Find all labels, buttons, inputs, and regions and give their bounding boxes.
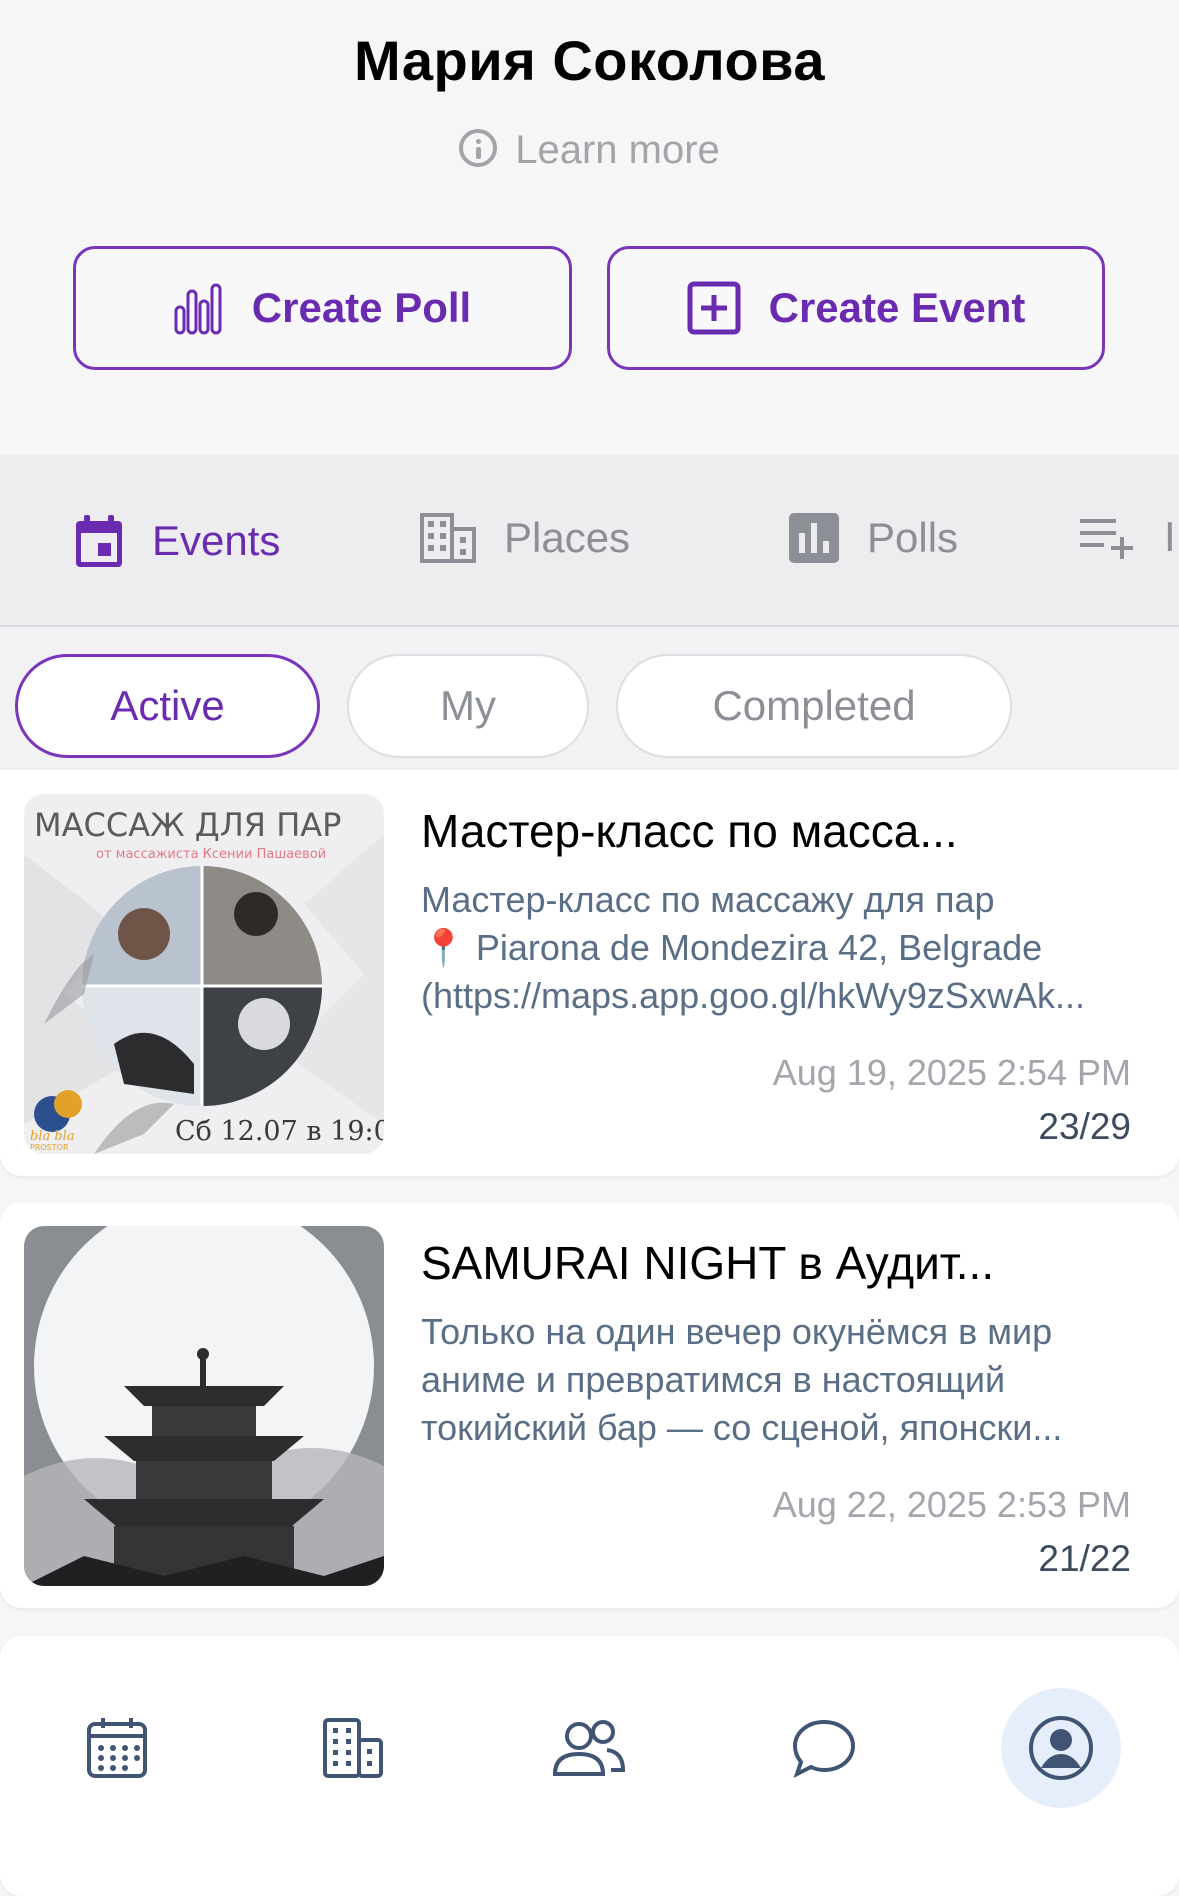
event-description-line: Мастер-класс по массажу для пар [421, 879, 995, 920]
nav-places[interactable] [293, 1688, 413, 1808]
tab-more[interactable]: I [1080, 513, 1176, 561]
poster-heading: МАССАЖ ДЛЯ ПАР [34, 806, 341, 844]
plus-square-icon [687, 281, 741, 335]
event-description-line: 📍 Piarona de Mondezira 42, Belgrade [421, 927, 1043, 968]
event-thumbnail [24, 1226, 384, 1586]
event-participants: 21/22 [1038, 1538, 1131, 1579]
poster-logo-sub: PROSTOR [30, 1143, 69, 1152]
nav-people[interactable] [529, 1688, 649, 1808]
learn-more-link[interactable]: Learn more [0, 128, 1179, 173]
event-description-line: Только на один вечер окунёмся в мир [421, 1311, 1053, 1352]
tab-more-label: I [1164, 513, 1176, 560]
nav-profile[interactable] [1001, 1688, 1121, 1808]
tab-events-label: Events [152, 517, 281, 564]
event-participants: 23/29 [1038, 1106, 1131, 1147]
create-poll-button[interactable]: Create Poll [73, 246, 572, 370]
calendar-icon [76, 515, 122, 567]
info-icon [459, 129, 498, 167]
content-tabs: Events Places Polls I [0, 455, 1179, 627]
people-icon [552, 1720, 626, 1776]
bar-chart-icon [789, 513, 839, 563]
event-card[interactable]: SAMURAI NIGHT в Аудит... Только на один … [0, 1202, 1179, 1608]
massage-poster-image: МАССАЖ ДЛЯ ПАР от массажиста Ксении Паша… [24, 794, 384, 1154]
building-icon [420, 513, 476, 563]
learn-more-label: Learn more [515, 128, 720, 172]
event-date: Aug 19, 2025 2:54 PM [772, 1052, 1131, 1093]
profile-header: Мария Соколова Learn more Create Poll Cr… [0, 0, 1179, 455]
event-description-line: токийский бар — со сценой, японски... [421, 1407, 1063, 1448]
event-date: Aug 22, 2025 2:53 PM [772, 1484, 1131, 1525]
nav-events[interactable] [57, 1688, 177, 1808]
tab-places-label: Places [504, 514, 631, 561]
filter-my[interactable]: My [347, 654, 589, 758]
poster-datetime: Сб 12.07 в 19:00 [175, 1116, 384, 1147]
profile-icon [1029, 1716, 1093, 1780]
event-card[interactable]: МАССАЖ ДЛЯ ПАР от массажиста Ксении Паша… [0, 770, 1179, 1176]
samurai-poster-image [24, 1226, 384, 1586]
playlist-add-icon [1080, 519, 1133, 559]
profile-name: Мария Соколова [354, 29, 825, 92]
event-description-line: (https://maps.app.goo.gl/hkWy9zSxwAk... [421, 975, 1085, 1016]
event-title: Мастер-класс по масса... [421, 805, 958, 857]
event-description: Только на один вечер окунёмся в мир аним… [421, 1308, 1141, 1452]
tab-events[interactable]: Events [74, 513, 280, 569]
tab-polls[interactable]: Polls [789, 513, 958, 563]
bottom-navigation [0, 1658, 1179, 1836]
event-filters: Active My Completed [0, 627, 1179, 770]
filter-active[interactable]: Active [15, 654, 320, 758]
create-event-button[interactable]: Create Event [607, 246, 1105, 370]
create-event-label: Create Event [768, 284, 1026, 331]
create-poll-label: Create Poll [251, 284, 472, 331]
poster-subtitle: от массажиста Ксении Пашаевой [96, 847, 326, 862]
tab-polls-label: Polls [867, 514, 959, 561]
filter-completed[interactable]: Completed [616, 654, 1012, 758]
calendar-grid-icon [87, 1718, 147, 1778]
event-description: Мастер-класс по массажу для пар 📍 Piaron… [421, 876, 1141, 1020]
event-description-line: аниме и превратимся в настоящий [421, 1359, 1006, 1400]
tab-places[interactable]: Places [420, 513, 630, 563]
event-title: SAMURAI NIGHT в Аудит... [421, 1237, 995, 1289]
chat-icon [792, 1719, 856, 1778]
building-icon [323, 1718, 383, 1778]
event-thumbnail: МАССАЖ ДЛЯ ПАР от массажиста Ксении Паша… [24, 794, 384, 1154]
poster-logo: bla bla [30, 1129, 75, 1144]
nav-chat[interactable] [764, 1688, 884, 1808]
bar-chart-icon [174, 283, 222, 335]
